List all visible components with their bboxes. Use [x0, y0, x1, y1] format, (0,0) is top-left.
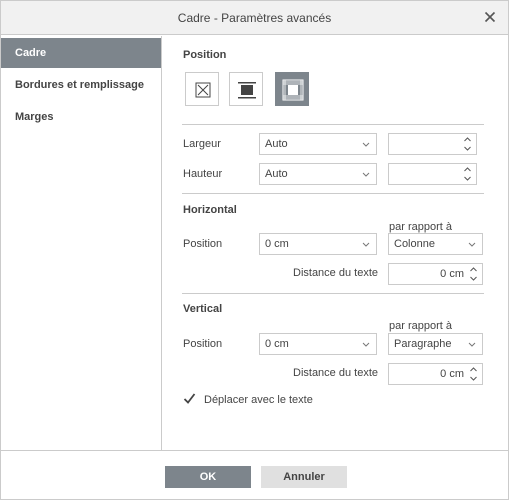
- cancel-button[interactable]: Annuler: [261, 466, 347, 488]
- horizontal-relative-value: Colonne: [394, 238, 435, 250]
- vertical-relative-select[interactable]: Paragraphe: [388, 333, 483, 355]
- width-mode-value: Auto: [265, 138, 288, 150]
- spinner-arrows-icon[interactable]: [469, 366, 478, 382]
- inline-icon: [238, 82, 256, 99]
- settings-sidebar: Cadre Bordures et remplissage Marges: [1, 36, 162, 450]
- height-mode-value: Auto: [265, 168, 288, 180]
- move-with-text-label: Déplacer avec le texte: [204, 394, 313, 406]
- move-with-text-checkbox[interactable]: [183, 392, 196, 405]
- checkmark-icon: [183, 393, 196, 404]
- position-none-button[interactable]: [185, 72, 219, 106]
- separator: [182, 193, 484, 194]
- vertical-distance-label: Distance du texte: [293, 367, 378, 379]
- frame-icon: [282, 79, 304, 101]
- horizontal-position-label: Position: [183, 238, 223, 250]
- vertical-heading: Vertical: [183, 303, 223, 315]
- position-heading: Position: [183, 49, 227, 61]
- chevron-down-icon: [468, 342, 476, 347]
- none-icon: [195, 82, 211, 98]
- vertical-relative-label: par rapport à: [389, 320, 452, 332]
- chevron-down-icon: [468, 242, 476, 247]
- sidebar-item-cadre[interactable]: Cadre: [1, 38, 161, 68]
- width-mode-select[interactable]: Auto: [259, 133, 377, 155]
- separator: [182, 293, 484, 294]
- width-spinner[interactable]: [388, 133, 477, 155]
- advanced-settings-dialog: Cadre - Paramètres avancés Cadre Bordure…: [0, 0, 509, 500]
- ok-button[interactable]: OK: [165, 466, 251, 488]
- vertical-distance-value: 0 cm: [440, 368, 464, 380]
- horizontal-relative-select[interactable]: Colonne: [388, 233, 483, 255]
- height-mode-select[interactable]: Auto: [259, 163, 377, 185]
- dialog-footer: [1, 450, 508, 499]
- horizontal-position-value: 0 cm: [265, 238, 289, 250]
- dialog-titlebar: Cadre - Paramètres avancés: [1, 1, 508, 35]
- spinner-arrows-icon[interactable]: [469, 266, 478, 282]
- horizontal-heading: Horizontal: [183, 204, 237, 216]
- close-icon[interactable]: [482, 9, 498, 25]
- width-label: Largeur: [183, 138, 221, 150]
- spinner-arrows-icon[interactable]: [463, 136, 472, 152]
- separator: [182, 124, 484, 125]
- sidebar-item-margins[interactable]: Marges: [1, 102, 161, 132]
- horizontal-distance-value: 0 cm: [440, 268, 464, 280]
- chevron-down-icon: [362, 142, 370, 147]
- dialog-title: Cadre - Paramètres avancés: [177, 11, 332, 25]
- vertical-position-value: 0 cm: [265, 338, 289, 350]
- chevron-down-icon: [362, 342, 370, 347]
- position-inline-button[interactable]: [229, 72, 263, 106]
- chevron-down-icon: [362, 172, 370, 177]
- vertical-distance-spinner[interactable]: 0 cm: [388, 363, 483, 385]
- horizontal-distance-label: Distance du texte: [293, 267, 378, 279]
- spinner-arrows-icon[interactable]: [463, 166, 472, 182]
- horizontal-position-select[interactable]: 0 cm: [259, 233, 377, 255]
- horizontal-relative-label: par rapport à: [389, 221, 452, 233]
- horizontal-distance-spinner[interactable]: 0 cm: [388, 263, 483, 285]
- vertical-relative-value: Paragraphe: [394, 338, 452, 350]
- vertical-position-label: Position: [183, 338, 223, 350]
- vertical-position-select[interactable]: 0 cm: [259, 333, 377, 355]
- chevron-down-icon: [362, 242, 370, 247]
- height-spinner[interactable]: [388, 163, 477, 185]
- height-label: Hauteur: [183, 168, 223, 180]
- position-frame-button[interactable]: [275, 72, 309, 106]
- sidebar-item-borders-fill[interactable]: Bordures et remplissage: [1, 70, 161, 100]
